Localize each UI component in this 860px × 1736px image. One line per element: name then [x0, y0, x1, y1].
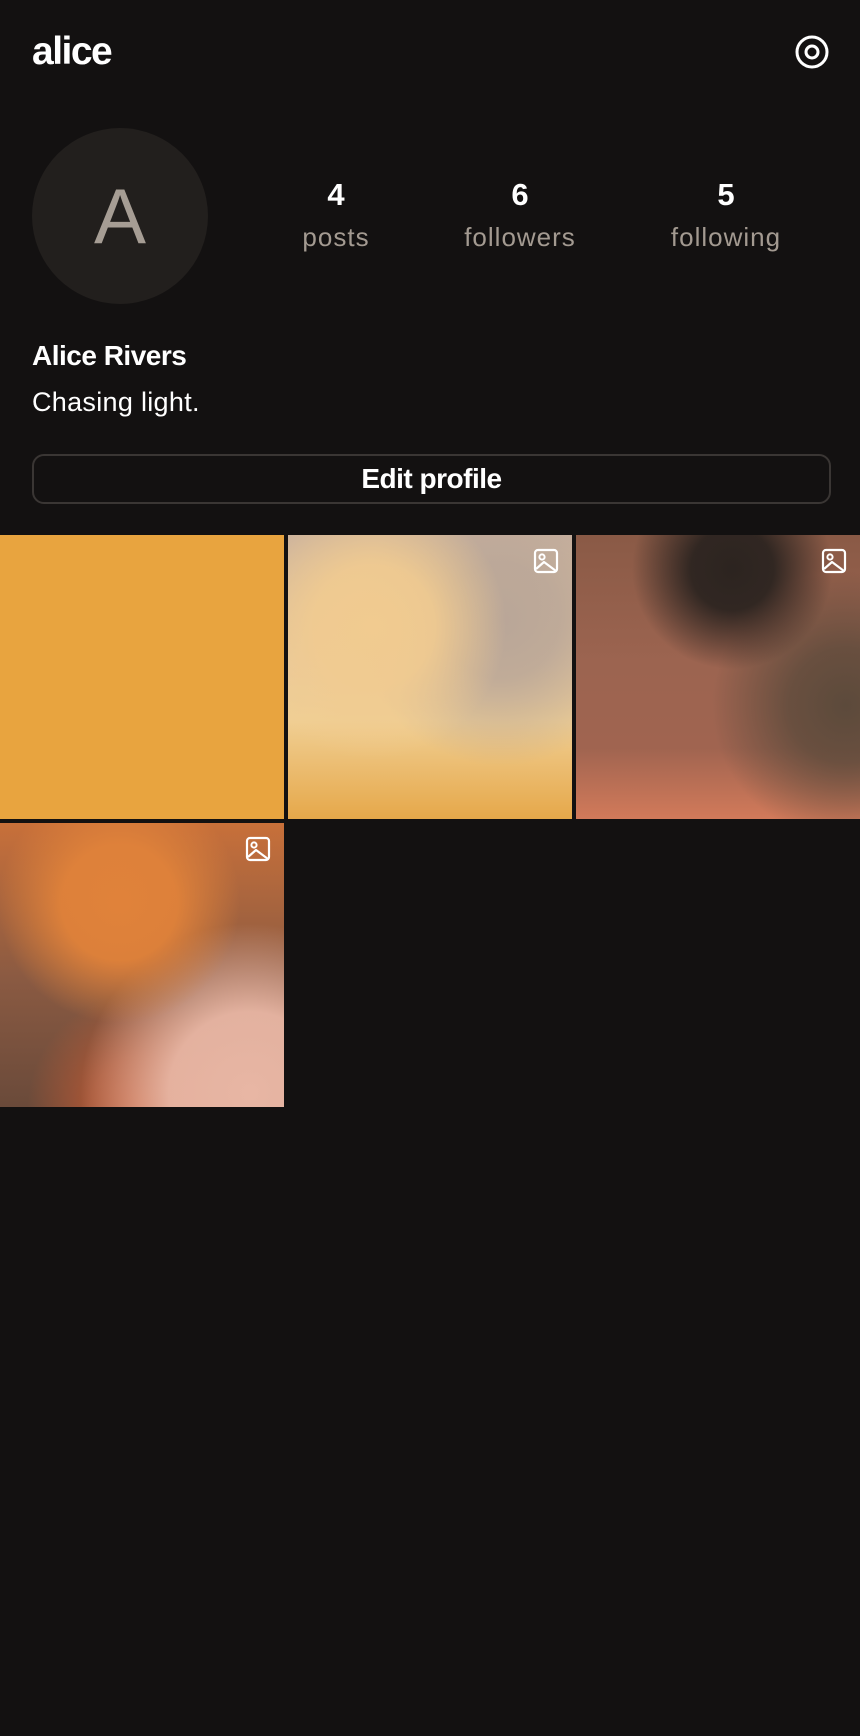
posts-count: 4: [327, 177, 345, 212]
avatar-initial: A: [93, 172, 147, 260]
image-icon: [245, 836, 271, 862]
followers-label: followers: [464, 222, 576, 252]
avatar[interactable]: A: [32, 128, 208, 304]
posts-label: posts: [302, 222, 370, 252]
profile-header: A 4 posts 6 followers 5 following: [0, 128, 860, 304]
stat-followers[interactable]: 6 followers: [446, 176, 594, 254]
edit-profile-button[interactable]: Edit profile: [32, 454, 831, 504]
stat-posts[interactable]: 4 posts: [286, 176, 386, 254]
profile-page: alice A 4 posts 6 followers 5 following …: [0, 0, 860, 1736]
top-bar: alice: [0, 0, 860, 104]
post-thumbnail[interactable]: [0, 535, 284, 819]
post-thumbnail[interactable]: [0, 823, 284, 1107]
image-icon: [821, 548, 847, 574]
image-icon: [533, 548, 559, 574]
stat-following[interactable]: 5 following: [654, 176, 798, 254]
following-label: following: [670, 222, 782, 252]
settings-icon: [795, 35, 829, 69]
post-thumbnail[interactable]: [576, 535, 860, 819]
display-name: Alice Rivers: [32, 340, 187, 371]
settings-button[interactable]: [792, 32, 832, 72]
post-thumbnail[interactable]: [288, 535, 572, 819]
followers-count: 6: [511, 177, 529, 212]
following-count: 5: [717, 177, 735, 212]
header-username: alice: [32, 30, 113, 73]
bio-text: Chasing light.: [32, 387, 200, 417]
